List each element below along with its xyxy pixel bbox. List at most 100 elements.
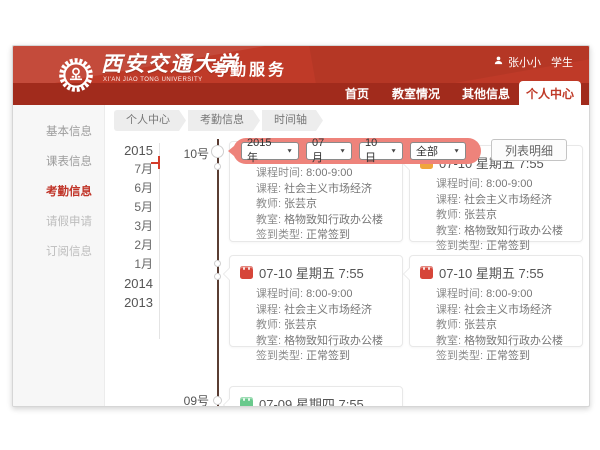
- chevron-down-icon: ▼: [453, 148, 460, 154]
- year-dropdown[interactable]: 2015年 ▼: [241, 142, 299, 160]
- card-field-row: 教室:格物致知行政办公楼: [436, 334, 574, 350]
- field-label: 课程:: [256, 183, 281, 195]
- axis-month-2[interactable]: 2月: [109, 236, 153, 255]
- field-label: 教室:: [436, 335, 461, 347]
- card-field-row: 课程:社会主义市场经济: [436, 303, 574, 319]
- card-field-row: 教室:格物致知行政办公楼: [436, 224, 574, 240]
- field-label: 教师:: [256, 198, 281, 210]
- axis-month-5[interactable]: 5月: [109, 198, 153, 217]
- card-header: 07-10 星期五 7:55: [410, 256, 582, 284]
- sidebar-item-attendance-info[interactable]: 考勤信息: [13, 177, 104, 207]
- breadcrumb-attendance-info[interactable]: 考勤信息: [188, 110, 260, 131]
- list-detail-button[interactable]: 列表明细: [491, 139, 567, 161]
- type-dropdown-value: 全部: [416, 143, 438, 159]
- field-value: 8:00-9:00: [486, 288, 532, 300]
- field-label: 课程:: [256, 304, 281, 316]
- field-label: 教师:: [436, 209, 461, 221]
- field-value: 社会主义市场经济: [284, 304, 372, 316]
- nav-item-home[interactable]: 首页: [335, 83, 379, 105]
- nav-item-other-info[interactable]: 其他信息: [455, 83, 517, 105]
- card-field-row: 课程:社会主义市场经济: [256, 303, 394, 319]
- card-header: 07-09 星期四 7:55: [230, 387, 402, 407]
- field-label: 课程:: [436, 194, 461, 206]
- axis-year-2014[interactable]: 2014: [109, 274, 153, 293]
- card-field-row: 签到类型:正常签到: [436, 349, 574, 365]
- card-field-row: 课程:社会主义市场经济: [256, 182, 394, 198]
- field-label: 课程:: [436, 304, 461, 316]
- field-value: 正常签到: [306, 229, 350, 241]
- axis-year-2015[interactable]: 2015: [109, 141, 153, 160]
- app-header: 西安交通大学 XI'AN JIAO TONG UNIVERSITY 考勤服务 张…: [13, 46, 589, 105]
- card-field-row: 签到类型:正常签到: [256, 228, 394, 244]
- field-value: 社会主义市场经济: [284, 183, 372, 195]
- timeline-node: [214, 260, 221, 267]
- card-date-title: 07-09 星期四 7:55: [259, 394, 364, 407]
- card-field-row: 教室:格物致知行政办公楼: [256, 213, 394, 229]
- field-label: 教师:: [256, 319, 281, 331]
- axis-month-6[interactable]: 6月: [109, 179, 153, 198]
- day-dropdown-value: 10日: [365, 137, 386, 165]
- card-field-row: 签到类型:正常签到: [436, 239, 574, 255]
- user-role: 学生: [551, 54, 573, 70]
- field-value: 张芸京: [284, 198, 317, 210]
- date-filter-bar: 2015年 ▼ 07月 ▼ 10日 ▼ 全部 ▼: [233, 138, 481, 164]
- field-value: 格物致知行政办公楼: [284, 214, 383, 226]
- sidebar-item-leave-request[interactable]: 请假申请: [13, 207, 104, 237]
- field-value: 社会主义市场经济: [464, 194, 552, 206]
- field-value: 正常签到: [486, 350, 530, 362]
- sidebar-item-subscription-info[interactable]: 订阅信息: [13, 237, 104, 267]
- field-value: 社会主义市场经济: [464, 304, 552, 316]
- card-field-row: 教室:格物致知行政办公楼: [256, 334, 394, 350]
- user-info[interactable]: 张小小 学生: [493, 54, 573, 70]
- day-dropdown[interactable]: 10日 ▼: [359, 142, 403, 160]
- timeline-node: [214, 163, 221, 170]
- field-value: 格物致知行政办公楼: [284, 335, 383, 347]
- current-month-marker-dash: [151, 162, 158, 164]
- card-field-row: 课程时间:8:00-9:00: [256, 166, 394, 182]
- field-value: 张芸京: [464, 319, 497, 331]
- breadcrumb: 个人中心 考勤信息 时间轴: [114, 110, 325, 131]
- nav-item-personal-center[interactable]: 个人中心: [519, 81, 581, 105]
- attendance-card: 07-10 星期五 7:55 课程时间:8:00-9:00 课程:社会主义市场经…: [409, 255, 583, 347]
- main-nav: 首页 教室情况 其他信息 个人中心: [13, 83, 589, 105]
- month-dropdown-value: 07月: [312, 137, 335, 165]
- nav-item-classrooms[interactable]: 教室情况: [385, 83, 447, 105]
- axis-month-3[interactable]: 3月: [109, 217, 153, 236]
- type-dropdown[interactable]: 全部 ▼: [410, 142, 466, 160]
- axis-year-2013[interactable]: 2013: [109, 293, 153, 312]
- field-value: 8:00-9:00: [306, 167, 352, 179]
- timeline-node: [211, 145, 224, 158]
- attendance-card: 07-10 星期五 7:55 课程时间:8:00-9:00 课程:社会主义市场经…: [229, 255, 403, 347]
- card-field-row: 教师:张芸京: [436, 208, 574, 224]
- field-label: 课程时间:: [436, 288, 483, 300]
- university-logo-icon: [57, 56, 95, 94]
- axis-month-1[interactable]: 1月: [109, 255, 153, 274]
- sidebar-item-schedule-info[interactable]: 课表信息: [13, 147, 104, 177]
- field-value: 张芸京: [464, 209, 497, 221]
- signin-status-icon: [240, 266, 253, 279]
- sidebar-item-basic-info[interactable]: 基本信息: [13, 117, 104, 147]
- breadcrumb-personal-center[interactable]: 个人中心: [114, 110, 186, 131]
- field-value: 8:00-9:00: [306, 288, 352, 300]
- card-field-row: 签到类型:正常签到: [256, 349, 394, 365]
- month-dropdown[interactable]: 07月 ▼: [306, 142, 352, 160]
- card-field-row: 课程:社会主义市场经济: [436, 193, 574, 209]
- card-date-title: 07-10 星期五 7:55: [439, 263, 544, 282]
- app-window: 西安交通大学 XI'AN JIAO TONG UNIVERSITY 考勤服务 张…: [12, 45, 590, 407]
- breadcrumb-timeline[interactable]: 时间轴: [262, 110, 323, 131]
- field-label: 课程时间:: [256, 167, 303, 179]
- card-date-title: 07-10 星期五 7:55: [259, 263, 364, 282]
- card-header: 07-10 星期五 7:55: [230, 256, 402, 284]
- card-notch: [224, 268, 230, 280]
- field-value: 张芸京: [284, 319, 317, 331]
- chevron-down-icon: ▼: [390, 148, 397, 154]
- signin-status-icon: [420, 266, 433, 279]
- field-label: 签到类型:: [436, 350, 483, 362]
- field-value: 正常签到: [486, 240, 530, 252]
- field-label: 教室:: [256, 335, 281, 347]
- field-value: 格物致知行政办公楼: [464, 225, 563, 237]
- field-value: 正常签到: [306, 350, 350, 362]
- field-label: 教师:: [436, 319, 461, 331]
- axis-month-7[interactable]: 7月: [109, 160, 153, 179]
- card-notch: [224, 399, 230, 407]
